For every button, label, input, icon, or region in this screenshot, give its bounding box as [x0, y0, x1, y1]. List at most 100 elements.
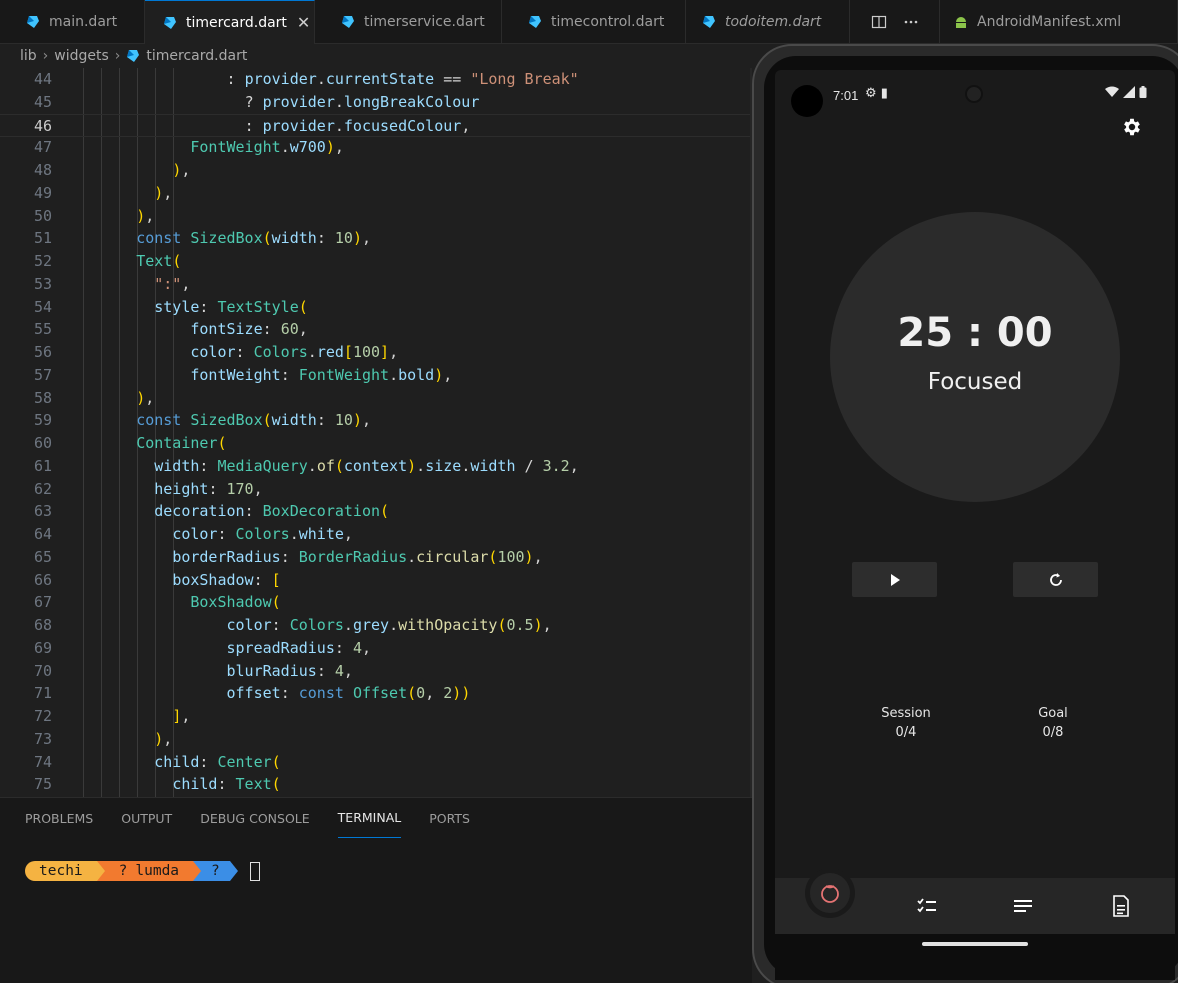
code-line[interactable]: 60 Container(	[0, 432, 752, 455]
line-number: 51	[33, 229, 52, 248]
code-text: ),	[154, 183, 173, 202]
code-line[interactable]: 47 FontWeight.w700),	[0, 136, 752, 159]
code-line[interactable]: 58 ),	[0, 387, 752, 410]
checklist-icon[interactable]	[915, 894, 939, 918]
breadcrumb-lib[interactable]: lib	[20, 48, 37, 64]
breadcrumb-file[interactable]: timercard.dart	[146, 48, 247, 64]
code-line[interactable]: 63 decoration: BoxDecoration(	[0, 500, 752, 523]
tab-androidmanifest-xml[interactable]: AndroidManifest.xml	[940, 0, 1178, 44]
panel-tab-debug-console[interactable]: DEBUG CONSOLE	[200, 798, 309, 838]
editor-tab-bar: main.dart timercard.dart ✕ timerservice.…	[0, 0, 1178, 44]
code-line[interactable]: 59 const SizedBox(width: 10),	[0, 409, 752, 432]
code-text: ? provider.longBreakColour	[244, 92, 480, 111]
code-line[interactable]: 73 ),	[0, 728, 752, 751]
code-text: ),	[172, 161, 191, 179]
panel-tab-problems[interactable]: PROBLEMS	[25, 798, 93, 838]
play-button[interactable]	[852, 562, 937, 597]
home-gesture-pill[interactable]	[922, 942, 1028, 946]
code-text: color: Colors.red[100],	[190, 343, 399, 361]
line-number: 56	[33, 343, 52, 361]
tab-timerservice-dart[interactable]: timerservice.dart	[315, 0, 502, 44]
reset-button[interactable]	[1013, 562, 1098, 597]
panel-tab-terminal[interactable]: TERMINAL	[337, 798, 402, 838]
code-text: color: Colors.white,	[172, 525, 353, 543]
dart-file-icon	[164, 16, 176, 29]
nav-item-timer[interactable]	[810, 873, 850, 913]
code-line[interactable]: 71 offset: const Offset(0, 2))	[0, 682, 752, 705]
code-line[interactable]: 62 height: 170,	[0, 478, 752, 501]
code-line[interactable]: 52 Text(	[0, 250, 752, 273]
line-number: 59	[33, 411, 52, 430]
tab-main-dart[interactable]: main.dart	[0, 0, 145, 44]
line-number: 48	[33, 161, 52, 179]
code-line[interactable]: 70 blurRadius: 4,	[0, 660, 752, 683]
code-line[interactable]: 69 spreadRadius: 4,	[0, 637, 752, 660]
code-text: boxShadow: [	[172, 570, 281, 589]
code-line[interactable]: 55 fontSize: 60,	[0, 318, 752, 341]
document-icon[interactable]	[1109, 894, 1133, 918]
line-number: 72	[33, 707, 52, 725]
code-line[interactable]: 67 BoxShadow(	[0, 591, 752, 614]
terminal-prompt[interactable]: techi ? lumda ?	[25, 861, 260, 881]
session-value: 0/4	[895, 725, 917, 740]
prompt-separator	[229, 861, 238, 881]
code-line[interactable]: 57 fontWeight: FontWeight.bold),	[0, 364, 752, 387]
line-number: 47	[33, 138, 52, 157]
code-line[interactable]: 68 color: Colors.grey.withOpacity(0.5),	[0, 614, 752, 637]
line-number: 46	[33, 116, 52, 135]
code-text: : provider.focusedColour,	[244, 116, 471, 135]
code-line[interactable]: 49 ),	[0, 182, 752, 205]
line-number: 62	[33, 479, 52, 498]
terminal-cursor	[249, 861, 260, 881]
line-number: 64	[33, 525, 52, 543]
code-line[interactable]: 53 ":",	[0, 273, 752, 296]
tab-timercard-dart[interactable]: timercard.dart ✕	[145, 0, 315, 44]
session-stat: Session 0/4	[856, 706, 956, 740]
tab-label: timerservice.dart	[364, 14, 485, 30]
code-line[interactable]: 74 child: Center(	[0, 751, 752, 774]
line-number: 66	[33, 570, 52, 589]
dart-file-icon	[703, 16, 715, 28]
code-line[interactable]: 44 : provider.currentState == "Long Brea…	[0, 68, 752, 91]
code-text: FontWeight.w700),	[190, 138, 344, 157]
code-line[interactable]: 64 color: Colors.white,	[0, 523, 752, 546]
code-line[interactable]: 61 width: MediaQuery.of(context).size.wi…	[0, 455, 752, 478]
code-line[interactable]: 66 boxShadow: [	[0, 569, 752, 592]
code-text: ),	[136, 388, 155, 407]
more-icon[interactable]	[903, 14, 919, 30]
code-line[interactable]: 54 style: TextStyle(	[0, 296, 752, 319]
notes-icon[interactable]	[1011, 894, 1035, 918]
code-line[interactable]: 56 color: Colors.red[100],	[0, 341, 752, 364]
code-line[interactable]: 75 child: Text(	[0, 773, 752, 796]
dart-file-icon	[127, 50, 140, 62]
tab-label: timecontrol.dart	[551, 14, 665, 30]
android-icon	[956, 17, 966, 28]
code-line[interactable]: 45 ? provider.longBreakColour	[0, 91, 752, 114]
code-line[interactable]: 65 borderRadius: BorderRadius.circular(1…	[0, 546, 752, 569]
refresh-icon	[1049, 572, 1062, 586]
panel-tab-ports[interactable]: PORTS	[429, 798, 470, 838]
code-line[interactable]: 72 ],	[0, 705, 752, 728]
line-number: 61	[33, 456, 52, 475]
breadcrumb-widgets[interactable]: widgets	[54, 48, 109, 64]
code-text: child: Center(	[154, 752, 281, 771]
code-text: ),	[136, 206, 155, 225]
prompt-dir: ? lumda	[104, 861, 194, 881]
tab-label: AndroidManifest.xml	[977, 14, 1122, 30]
code-text: const SizedBox(width: 10),	[136, 229, 371, 248]
code-line[interactable]: 46 : provider.focusedColour,	[0, 113, 752, 137]
close-icon[interactable]: ✕	[297, 13, 310, 32]
code-editor[interactable]: 44 : provider.currentState == "Long Brea…	[0, 68, 752, 797]
tab-todoitem-dart[interactable]: todoitem.dart	[686, 0, 850, 44]
code-line[interactable]: 48 ),	[0, 159, 752, 182]
code-line[interactable]: 51 const SizedBox(width: 10),	[0, 227, 752, 250]
prompt-git: ?	[201, 861, 230, 881]
code-line[interactable]: 50 ),	[0, 205, 752, 228]
panel-tab-output[interactable]: OUTPUT	[121, 798, 172, 838]
code-text: offset: const Offset(0, 2))	[226, 684, 471, 703]
line-number: 53	[33, 274, 52, 293]
panel-tabs: PROBLEMS OUTPUT DEBUG CONSOLE TERMINAL P…	[0, 798, 752, 838]
split-editor-icon[interactable]	[871, 14, 887, 30]
tab-timecontrol-dart[interactable]: timecontrol.dart	[502, 0, 686, 44]
settings-gear-icon[interactable]	[1121, 116, 1143, 138]
